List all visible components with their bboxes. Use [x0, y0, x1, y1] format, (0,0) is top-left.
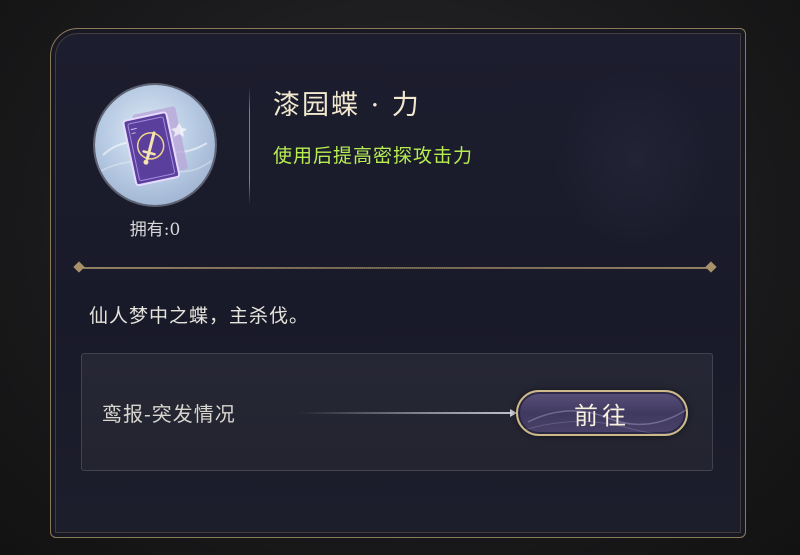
item-detail-panel: 拥有:0 漆园蝶 · 力 使用后提高密探攻击力 仙人梦中之蝶，主杀伐。 鸾报-突…: [50, 28, 746, 538]
item-flavor-text: 仙人梦中之蝶，主杀伐。: [89, 305, 310, 327]
owned-count: 拥有:0: [129, 220, 181, 240]
vertical-divider: [249, 87, 250, 205]
item-effect: 使用后提高密探攻击力: [273, 145, 474, 167]
go-button-label: 前往: [574, 401, 630, 430]
item-title: 漆园蝶 · 力: [273, 90, 421, 121]
divider-right-diamond-icon: [705, 261, 717, 273]
sword-card-icon: [100, 106, 212, 187]
go-button[interactable]: 前往: [516, 390, 688, 436]
divider-line: [83, 267, 707, 269]
source-row: 鸾报-突发情况 前往: [81, 353, 713, 471]
ornamental-divider: [73, 261, 717, 274]
source-label: 鸾报-突发情况: [102, 402, 236, 426]
divider-left-diamond-icon: [73, 261, 85, 273]
arrow-right-icon: [298, 409, 517, 417]
item-avatar: [95, 85, 215, 205]
